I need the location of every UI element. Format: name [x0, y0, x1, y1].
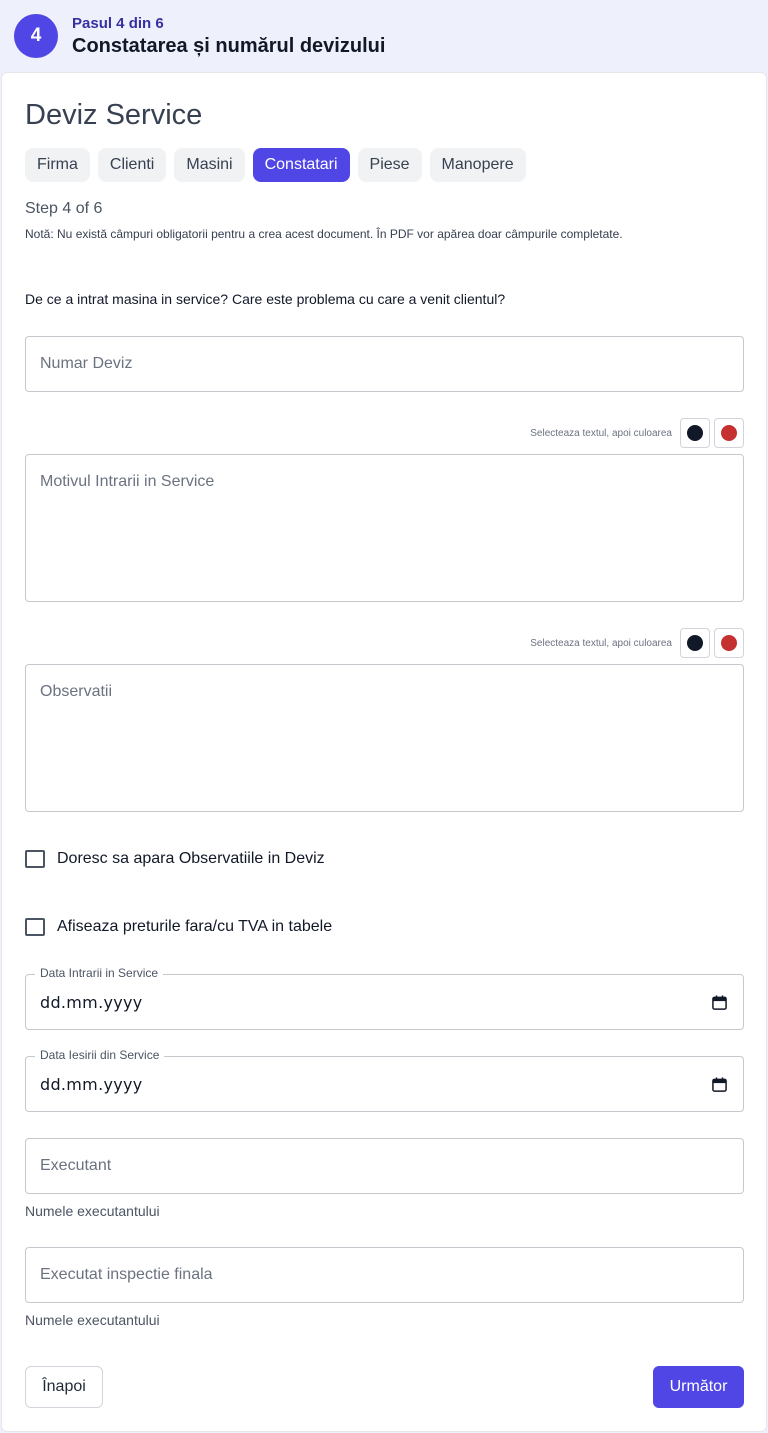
- required-fields-note: Notă: Nu există câmpuri obligatorii pent…: [25, 227, 623, 241]
- motiv-placeholder: Motivul Intrarii in Service: [40, 473, 215, 490]
- color-hint-text: Selecteaza textul, apoi culoarea: [530, 427, 672, 439]
- tab-piese[interactable]: Piese: [357, 148, 422, 182]
- color-dark-button[interactable]: [680, 418, 710, 448]
- step-progress-text: Step 4 of 6: [25, 200, 103, 217]
- color-hint-text: Selecteaza textul, apoi culoarea: [530, 637, 672, 649]
- tab-firma[interactable]: Firma: [25, 148, 90, 182]
- calendar-icon[interactable]: [712, 995, 727, 1010]
- step-kicker: Pasul 4 din 6: [72, 15, 164, 32]
- step-banner: 4 Pasul 4 din 6 Constatarea și numărul d…: [0, 0, 768, 72]
- data-intrare-input[interactable]: Data Intrarii in Service dd.mm.yyyy: [25, 966, 744, 1030]
- color-red-button[interactable]: [714, 418, 744, 448]
- page-title: Deviz Service: [25, 99, 203, 131]
- tva-checkbox[interactable]: [25, 918, 45, 936]
- color-red-button[interactable]: [714, 628, 744, 658]
- color-picker-observatii: Selecteaza textul, apoi culoarea: [530, 627, 744, 659]
- observatii-textarea[interactable]: Observatii: [25, 664, 744, 812]
- inspectie-placeholder: Executat inspectie finala: [40, 1266, 213, 1283]
- data-intrare-value: dd.mm.yyyy: [40, 993, 143, 1012]
- red-circle-icon: [721, 635, 737, 651]
- next-button[interactable]: Următor: [653, 1366, 744, 1408]
- data-intrare-label: Data Intrarii in Service: [35, 966, 164, 980]
- tab-masini[interactable]: Masini: [174, 148, 245, 182]
- tva-checkbox-label[interactable]: Afiseaza preturile fara/cu TVA in tabele: [57, 918, 332, 936]
- tab-constatari[interactable]: Constatari: [252, 148, 350, 182]
- inspectie-finala-input[interactable]: Executat inspectie finala: [25, 1247, 744, 1303]
- back-button[interactable]: Înapoi: [25, 1366, 103, 1408]
- executant-placeholder: Executant: [40, 1157, 112, 1174]
- numar-deviz-input[interactable]: Numar Deviz: [25, 336, 744, 392]
- motiv-intrare-textarea[interactable]: Motivul Intrarii in Service: [25, 454, 744, 602]
- color-picker-motiv: Selecteaza textul, apoi culoarea: [530, 417, 744, 449]
- section-question: De ce a intrat masina in service? Care e…: [25, 291, 506, 307]
- data-iesire-label: Data Iesirii din Service: [35, 1048, 165, 1062]
- checkbox-row-tva[interactable]: Afiseaza preturile fara/cu TVA in tabele: [25, 918, 332, 936]
- color-dark-button[interactable]: [680, 628, 710, 658]
- observatii-checkbox[interactable]: [25, 850, 45, 868]
- data-iesire-input[interactable]: Data Iesirii din Service dd.mm.yyyy: [25, 1048, 744, 1112]
- dark-circle-icon: [687, 635, 703, 651]
- observatii-placeholder: Observatii: [40, 683, 113, 700]
- executant-helper-text: Numele executantului: [25, 1203, 160, 1219]
- step-title: Constatarea și numărul devizului: [72, 35, 386, 57]
- data-iesire-value: dd.mm.yyyy: [40, 1075, 143, 1094]
- inspectie-helper-text: Numele executantului: [25, 1312, 160, 1328]
- tab-clienti[interactable]: Clienti: [97, 148, 167, 182]
- tab-manopere[interactable]: Manopere: [429, 148, 526, 182]
- red-circle-icon: [721, 425, 737, 441]
- executant-input[interactable]: Executant: [25, 1138, 744, 1194]
- dark-circle-icon: [687, 425, 703, 441]
- numar-deviz-placeholder: Numar Deviz: [40, 355, 133, 372]
- checkbox-row-observatii[interactable]: Doresc sa apara Observatiile in Deviz: [25, 850, 325, 868]
- tab-bar: Firma Clienti Masini Constatari Piese Ma…: [25, 148, 526, 182]
- step-number-badge: 4: [14, 14, 58, 58]
- observatii-checkbox-label[interactable]: Doresc sa apara Observatiile in Deviz: [57, 850, 325, 868]
- calendar-icon[interactable]: [712, 1077, 727, 1092]
